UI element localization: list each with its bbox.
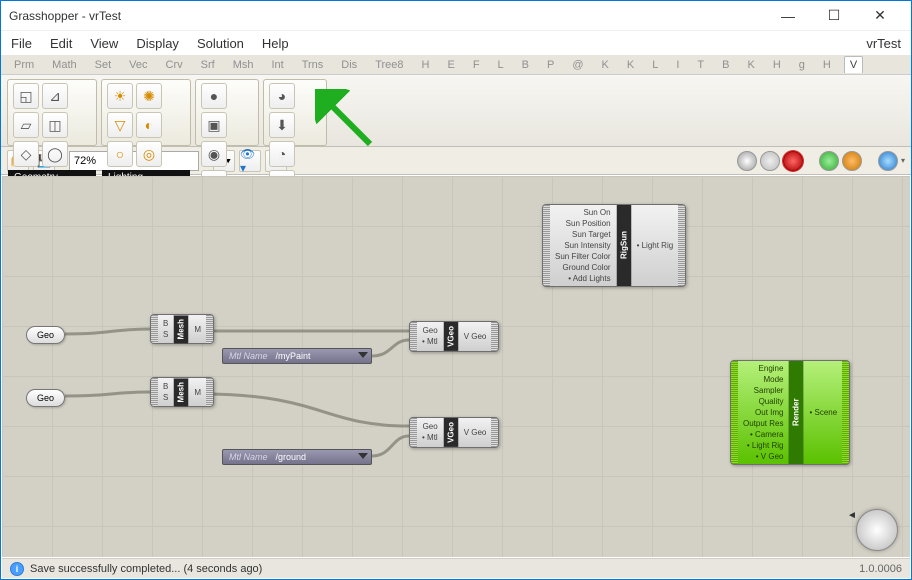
canvas[interactable]: Geo Geo BS Mesh M BS Mesh M Mtl Name/myP…: [2, 176, 910, 557]
text-panel[interactable]: Mtl Name/ground: [222, 449, 372, 465]
render-icon[interactable]: ◕: [269, 83, 295, 109]
mesh-component[interactable]: BS Mesh M: [150, 377, 214, 407]
tab-h1[interactable]: H: [417, 57, 435, 73]
display-mode-button[interactable]: [878, 151, 898, 171]
tab-int[interactable]: Int: [266, 57, 288, 73]
tab-k1[interactable]: K: [597, 57, 614, 73]
close-button[interactable]: ✕: [857, 1, 903, 31]
status-icon: i: [10, 562, 24, 576]
vgeo-component[interactable]: Geo• Mtl VGeo V Geo: [409, 417, 499, 448]
menu-bar: File Edit View Display Solution Help vrT…: [1, 31, 911, 55]
compass-widget[interactable]: [856, 509, 898, 551]
geometry-icon[interactable]: ⊿: [42, 83, 68, 109]
tab-at[interactable]: @: [567, 57, 588, 73]
tab-b1[interactable]: B: [517, 57, 534, 73]
menu-file[interactable]: File: [11, 36, 32, 51]
tab-g[interactable]: g: [794, 57, 810, 73]
geometry-icon[interactable]: ◱: [13, 83, 39, 109]
category-tabs: Prm Math Set Vec Crv Srf Msh Int Trns Di…: [1, 55, 911, 75]
ribbon: ◱ ⊿ ▱ ◫ ◇ ◯ Geometry ☀ ✺ ▽ ◐ ○ ◎ Lightin…: [1, 75, 911, 147]
ribbon-group-geometry: ◱ ⊿ ▱ ◫ ◇ ◯ Geometry: [7, 79, 97, 146]
tab-h2[interactable]: H: [768, 57, 786, 73]
tab-i[interactable]: I: [671, 57, 684, 73]
node-core-label: VGeo: [444, 418, 458, 447]
menu-help[interactable]: Help: [262, 36, 289, 51]
status-message: Save successfully completed... (4 second…: [30, 563, 262, 575]
tab-srf[interactable]: Srf: [196, 57, 220, 73]
vgeo-component[interactable]: Geo• Mtl VGeo V Geo: [409, 321, 499, 352]
lighting-icon[interactable]: ◎: [136, 141, 162, 167]
geo-param[interactable]: Geo: [26, 389, 65, 407]
tab-prm[interactable]: Prm: [9, 57, 39, 73]
render-component[interactable]: Engine Mode Sampler Quality Out Img Outp…: [730, 360, 850, 465]
rigsun-component[interactable]: Sun On Sun Position Sun Target Sun Inten…: [542, 204, 686, 287]
node-core-label: VGeo: [444, 322, 458, 351]
menu-edit[interactable]: Edit: [50, 36, 72, 51]
geometry-icon[interactable]: ◯: [42, 141, 68, 167]
tab-crv[interactable]: Crv: [161, 57, 188, 73]
window-titlebar: Grasshopper - vrTest — ☐ ✕: [1, 1, 911, 31]
lighting-icon[interactable]: ▽: [107, 112, 133, 138]
tab-k2[interactable]: K: [622, 57, 639, 73]
shade-preview-button[interactable]: [783, 151, 803, 171]
tab-h3[interactable]: H: [818, 57, 836, 73]
tab-l2[interactable]: L: [647, 57, 663, 73]
tab-v[interactable]: V: [844, 56, 863, 73]
node-core-label: Mesh: [174, 315, 188, 343]
materials-icon[interactable]: ▣: [201, 112, 227, 138]
maximize-button[interactable]: ☐: [811, 1, 857, 31]
lighting-icon[interactable]: ◐: [136, 112, 162, 138]
menu-display[interactable]: Display: [136, 36, 179, 51]
window-title: Grasshopper - vrTest: [9, 9, 121, 23]
tab-t[interactable]: T: [692, 57, 709, 73]
mesh-component[interactable]: BS Mesh M: [150, 314, 214, 344]
wire-display-button[interactable]: [842, 151, 862, 171]
tab-trns[interactable]: Trns: [297, 57, 329, 73]
tab-set[interactable]: Set: [90, 57, 117, 73]
tab-msh[interactable]: Msh: [228, 57, 259, 73]
tab-vec[interactable]: Vec: [124, 57, 152, 73]
tab-dis[interactable]: Dis: [336, 57, 362, 73]
geometry-icon[interactable]: ◇: [13, 141, 39, 167]
geometry-icon[interactable]: ◫: [42, 112, 68, 138]
render-icon[interactable]: ◔: [269, 141, 295, 167]
geometry-icon[interactable]: ▱: [13, 112, 39, 138]
node-core-label: RigSun: [617, 205, 631, 286]
materials-icon[interactable]: ◉: [201, 141, 227, 167]
tab-e[interactable]: E: [442, 57, 459, 73]
text-panel[interactable]: Mtl Name/myPaint: [222, 348, 372, 364]
lighting-icon[interactable]: ☀: [107, 83, 133, 109]
ribbon-group-render: ◕ ⬇ ◔ ⤓ Render: [263, 79, 327, 146]
ribbon-group-materials: ● ▣ ◉ ▦ Materials: [195, 79, 259, 146]
tab-math[interactable]: Math: [47, 57, 81, 73]
ribbon-group-lighting: ☀ ✺ ▽ ◐ ○ ◎ Lighting: [101, 79, 191, 146]
tab-k3[interactable]: K: [742, 57, 759, 73]
tab-f[interactable]: F: [468, 57, 485, 73]
lighting-icon[interactable]: ✺: [136, 83, 162, 109]
version-label: 1.0.0006: [859, 563, 902, 575]
shade-preview-button[interactable]: [760, 151, 780, 171]
window-controls: — ☐ ✕: [765, 1, 903, 31]
geo-param[interactable]: Geo: [26, 326, 65, 344]
tab-b2[interactable]: B: [717, 57, 734, 73]
shade-preview-button[interactable]: [737, 151, 757, 171]
lighting-icon[interactable]: ○: [107, 141, 133, 167]
tab-tree8[interactable]: Tree8: [370, 57, 408, 73]
node-core-label: Render: [789, 361, 803, 464]
wire-display-button[interactable]: [819, 151, 839, 171]
minimize-button[interactable]: —: [765, 1, 811, 31]
menu-solution[interactable]: Solution: [197, 36, 244, 51]
tab-p[interactable]: P: [542, 57, 559, 73]
document-name: vrTest: [866, 36, 901, 51]
render-icon[interactable]: ⬇: [269, 112, 295, 138]
tab-l1[interactable]: L: [493, 57, 509, 73]
materials-icon[interactable]: ●: [201, 83, 227, 109]
status-bar: i Save successfully completed... (4 seco…: [2, 558, 910, 578]
menu-view[interactable]: View: [90, 36, 118, 51]
node-core-label: Mesh: [174, 378, 188, 406]
